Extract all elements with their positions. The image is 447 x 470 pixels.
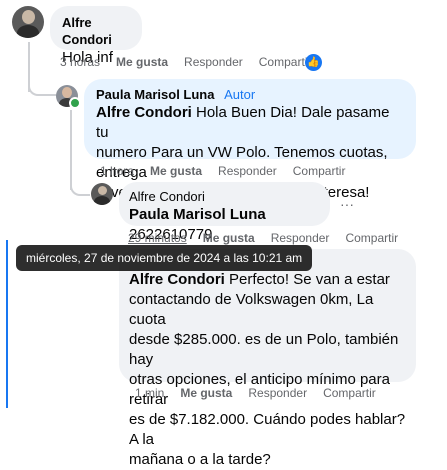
thread-line <box>6 240 8 408</box>
comment-actions: 1 min Me gusta Responder Compartir <box>135 386 392 400</box>
comment-text-line: es de $7.182.000. Cuándo podes hablar? A… <box>129 411 406 448</box>
comment-time[interactable]: 1 min <box>135 386 164 400</box>
timestamp-tooltip: miércoles, 27 de noviembre de 2024 a las… <box>16 245 313 271</box>
share-button[interactable]: Compartir <box>293 164 346 178</box>
like-button[interactable]: Me gusta <box>116 55 168 69</box>
comment-bubble: Alfre Condori Hola inf <box>50 6 142 66</box>
author-badge: Autor <box>224 87 256 102</box>
like-button[interactable]: Me gusta <box>180 386 232 400</box>
online-status-icon <box>69 97 81 109</box>
share-button[interactable]: Compartir <box>323 386 376 400</box>
avatar[interactable] <box>12 6 44 38</box>
more-options-icon[interactable]: ··· <box>340 196 354 212</box>
thread-connector <box>70 176 90 196</box>
mention-link[interactable]: Alfre Condori <box>129 271 225 288</box>
comment-actions: 1 hora Me gusta Responder Compartir <box>100 164 361 178</box>
comment-bubble: Alfre Condori Paula Marisol Luna 2622610… <box>119 182 330 243</box>
comment-actions: 29 minutos Me gusta Responder Compartir <box>128 231 414 245</box>
comment-author-row: Paula Marisol Luna Autor <box>96 86 404 103</box>
comment-actions: 3 horas Me gusta Responder Compartir <box>60 55 327 69</box>
comment-text-line: contactando de Volkswagen 0km, La cuota <box>129 291 374 328</box>
comment-time[interactable]: 3 horas <box>60 55 100 69</box>
comment-time[interactable]: 29 minutos <box>128 231 187 245</box>
comment-author[interactable]: Paula Marisol Luna <box>96 87 214 102</box>
like-button[interactable]: Me gusta <box>150 164 202 178</box>
comment-author[interactable]: Alfre Condori <box>129 188 320 205</box>
reply-button[interactable]: Responder <box>248 386 307 400</box>
comment-text-line: desde $285.000. es de un Polo, también h… <box>129 331 399 368</box>
avatar[interactable] <box>91 183 113 205</box>
share-button[interactable]: Compartir <box>345 231 398 245</box>
like-button[interactable]: Me gusta <box>203 231 255 245</box>
comment-time[interactable]: 1 hora <box>100 164 134 178</box>
thread-connector <box>28 78 56 96</box>
mention-link[interactable]: Paula Marisol Luna <box>129 206 266 223</box>
reply-button[interactable]: Responder <box>218 164 277 178</box>
comment-author[interactable]: Alfre Condori <box>62 14 130 48</box>
reply-button[interactable]: Responder <box>184 55 243 69</box>
comment-text-line: Perfecto! Se van a estar <box>224 271 390 288</box>
comment-text: Alfre Condori Perfecto! Se van a estar c… <box>129 270 406 470</box>
comment-bubble: Paula Marisol Luna Autor Alfre Condori H… <box>84 79 416 201</box>
reply-button[interactable]: Responder <box>271 231 330 245</box>
thumbs-up-icon[interactable]: 👍 <box>305 54 322 71</box>
comment-text-line: mañana o a la tarde? <box>129 451 271 468</box>
mention-link[interactable]: Alfre Condori <box>96 104 192 121</box>
share-button[interactable]: Compartir <box>259 55 312 69</box>
